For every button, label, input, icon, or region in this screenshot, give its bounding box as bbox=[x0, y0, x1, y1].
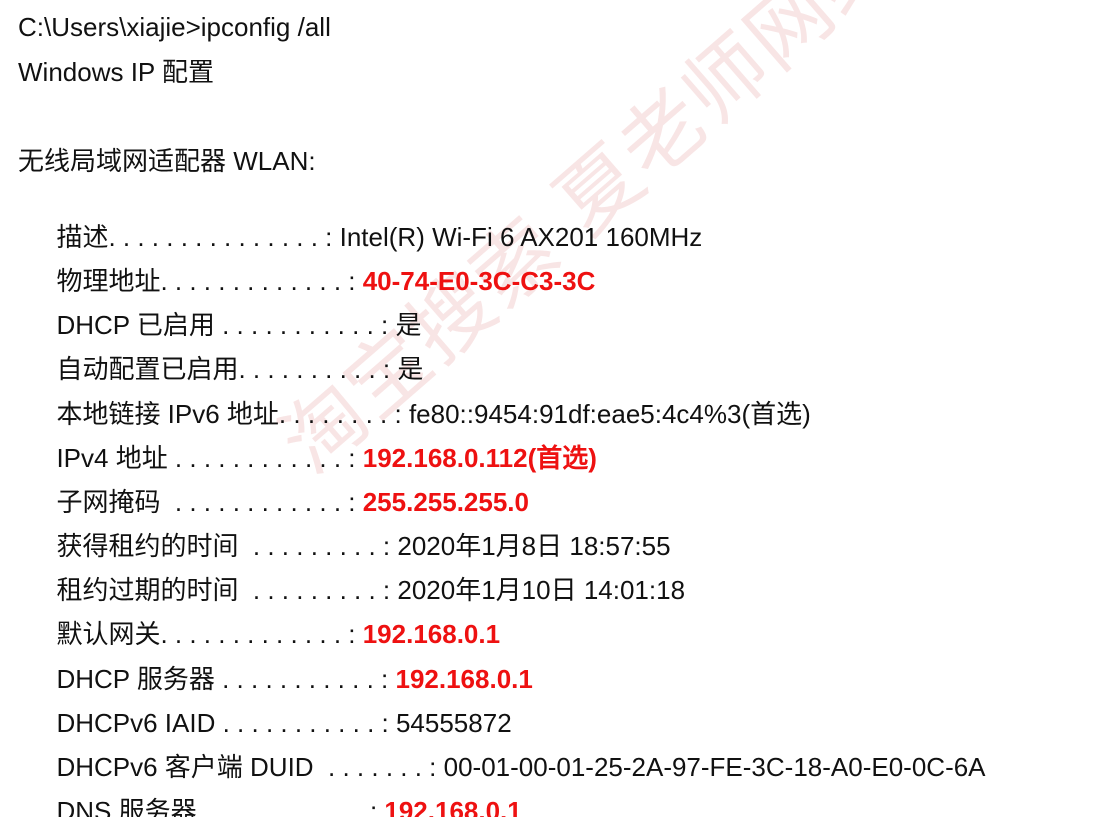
entry-physical-address: 物理地址. . . . . . . . . . . . . : 40-74-E0… bbox=[42, 233, 595, 296]
entry-lease-expires: 租约过期的时间 . . . . . . . . . : 2020年1月10日 1… bbox=[42, 542, 685, 605]
entry-autoconfig-enabled: 自动配置已启用. . . . . . . . . . : 是 bbox=[42, 321, 423, 384]
entry-ipv4-address: IPv4 地址 . . . . . . . . . . . . : 192.16… bbox=[42, 410, 596, 473]
entry-dhcp-enabled: DHCP 已启用 . . . . . . . . . . . : 是 bbox=[42, 277, 421, 340]
entry-lease-obtained: 获得租约的时间 . . . . . . . . . : 2020年1月8日 18… bbox=[42, 498, 670, 561]
entry-value: 00-01-00-01-25-2A-97-FE-3C-18-A0-E0-0C-6… bbox=[443, 752, 986, 782]
adapter-title: 无线局域网适配器 WLAN: bbox=[18, 146, 316, 176]
entry-dhcpv6-duid: DHCPv6 客户端 DUID . . . . . . . : 00-01-00… bbox=[42, 719, 985, 782]
entry-default-gateway: 默认网关. . . . . . . . . . . . . : 192.168.… bbox=[42, 586, 500, 649]
config-header: Windows IP 配置 bbox=[18, 57, 215, 87]
entry-dhcpv6-iaid: DHCPv6 IAID . . . . . . . . . . . : 5455… bbox=[42, 675, 511, 738]
entry-dns-server: DNS 服务器 . . . . . . . . . . . : 192.168.… bbox=[42, 763, 521, 817]
entry-value: 192.168.0.1 bbox=[384, 796, 522, 817]
entry-dhcp-server: DHCP 服务器 . . . . . . . . . . . : 192.168… bbox=[42, 631, 532, 694]
entry-subnet-mask: 子网掩码 . . . . . . . . . . . . : 255.255.2… bbox=[42, 454, 529, 517]
entry-link-local-ipv6: 本地链接 IPv6 地址. . . . . . . . : fe80::9454… bbox=[42, 366, 810, 429]
entry-label: DNS 服务器 . . . . . . . . . . . : bbox=[56, 796, 385, 817]
command-line: C:\Users\xiajie>ipconfig /all bbox=[18, 12, 331, 42]
entry-description: 描述. . . . . . . . . . . . . . . : Intel(… bbox=[42, 189, 702, 252]
